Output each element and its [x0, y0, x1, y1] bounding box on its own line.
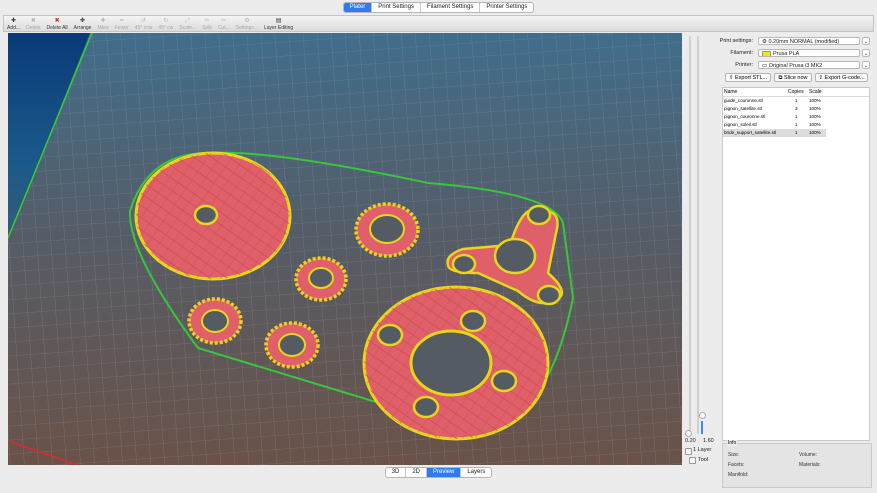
print-settings-dropdown[interactable]: ⌄: [862, 37, 870, 45]
printer-row: Printer: ▭ Original Prusa i3 MK2 ⌄: [719, 61, 871, 70]
print-settings-select[interactable]: ⚙ 0.20mm NORMAL (modified): [758, 37, 860, 45]
rotate-cw-button[interactable]: ↻ 45° cw: [155, 18, 176, 31]
print-settings-row: Print settings: ⚙ 0.20mm NORMAL (modifie…: [719, 37, 871, 46]
table-row[interactable]: bride_support_satellite.stl 1 100%: [723, 129, 826, 137]
chevron-down-icon: ⌄: [863, 51, 869, 57]
scale-icon: ⤢: [185, 18, 191, 24]
layer-slider-high-handle[interactable]: [699, 412, 706, 419]
delete-icon: ✖: [30, 18, 36, 24]
table-row[interactable]: pignon_satellite.stl 3 100%: [723, 105, 869, 113]
print-preview-canvas: [8, 33, 682, 465]
cut-button[interactable]: ✂ Cut...: [215, 18, 233, 31]
rotate-ccw-icon: ↺: [141, 18, 147, 24]
settings-button[interactable]: ⚙ Settings...: [233, 18, 261, 31]
tab-layers[interactable]: Layers: [460, 468, 491, 477]
rotate-ccw-button[interactable]: ↺ 45° ccw: [132, 18, 156, 31]
one-layer-label: 1 Layer: [693, 447, 712, 453]
tab-plater[interactable]: Plater: [343, 3, 372, 12]
chevron-down-icon: ⌄: [863, 63, 869, 69]
part-guide-couronne[interactable]: [134, 151, 292, 281]
layer-max-value: 1.60: [703, 438, 714, 444]
info-title: Info: [727, 440, 738, 446]
column-name[interactable]: Name: [723, 88, 787, 96]
printer-select[interactable]: ▭ Original Prusa i3 MK2: [758, 61, 860, 69]
layer-slider-low-track[interactable]: [689, 36, 691, 434]
filament-row: Filament: Prusa PLA ⌄: [719, 49, 871, 58]
tab-print-settings[interactable]: Print Settings: [371, 3, 420, 12]
one-layer-checkbox[interactable]: [685, 448, 692, 455]
add-button[interactable]: ✚ Add...: [4, 18, 23, 31]
filament-dropdown[interactable]: ⌄: [862, 49, 870, 57]
cut-icon: ✂: [221, 18, 227, 24]
print-settings-label: Print settings:: [719, 38, 753, 44]
layer-slider[interactable]: [684, 36, 716, 446]
add-icon: ✚: [11, 18, 17, 24]
delete-all-button[interactable]: ✖ Delete All: [44, 18, 71, 31]
info-size-label: Size:: [728, 452, 740, 458]
tab-printer-settings[interactable]: Printer Settings: [479, 3, 533, 12]
column-copies[interactable]: Copies: [787, 88, 808, 96]
export-stl-button[interactable]: ⇪ Export STL...: [725, 73, 771, 82]
scale-button[interactable]: ⤢ Scale...: [176, 18, 199, 31]
export-gcode-button[interactable]: ⇪ Export G-code...: [815, 73, 868, 82]
slice-now-button[interactable]: ⧉ Slice now: [774, 73, 812, 82]
rotate-cw-icon: ↻: [163, 18, 169, 24]
printer-dropdown[interactable]: ⌄: [862, 61, 870, 69]
arrange-icon: ✤: [80, 18, 86, 24]
more-icon: ✚: [100, 18, 106, 24]
more-button[interactable]: ✚ More: [94, 18, 111, 31]
column-scale[interactable]: Scale: [808, 88, 826, 96]
fewer-button[interactable]: ━ Fewer: [112, 18, 132, 31]
printer-label: Printer:: [735, 62, 753, 68]
object-list-header: Name Copies Scale: [723, 88, 869, 97]
tool-label: Tool: [698, 457, 709, 463]
filament-label: Filament:: [730, 50, 753, 56]
info-volume-label: Volume:: [799, 452, 818, 458]
printer-icon: ▭: [762, 63, 769, 69]
layer-slider-range: [701, 421, 703, 434]
split-icon: ✂: [204, 18, 210, 24]
part-bride-support-satellite[interactable]: [362, 285, 550, 441]
filament-select[interactable]: Prusa PLA: [758, 49, 860, 57]
table-row[interactable]: pignon_soleil.stl 1 100%: [723, 121, 869, 129]
fewer-icon: ━: [120, 18, 124, 24]
tool-checkbox[interactable]: [689, 457, 696, 464]
layer-min-value: 0.20: [685, 438, 696, 444]
settings-icon: ⚙: [244, 18, 250, 24]
tab-preview[interactable]: Preview: [425, 468, 461, 477]
table-row[interactable]: guide_couronne.stl 1 100%: [723, 97, 869, 105]
right-panel: Print settings: ⚙ 0.20mm NORMAL (modifie…: [719, 33, 874, 488]
plater-toolbar: ✚ Add... ✖ Delete ✖ Delete All ✤ Arrange ✚ Mo…: [3, 15, 874, 32]
split-button[interactable]: ✂ Split: [199, 18, 215, 31]
layer-editing-button[interactable]: ▤ Layer Editing: [261, 18, 296, 31]
view-tabs: 3D 2D Preview Layers: [0, 467, 877, 478]
main-tabs: Plater Print Settings Filament Settings …: [0, 2, 877, 13]
info-panel: Info Size: Volume: Facets: Materials: Ma…: [722, 440, 872, 488]
arrange-button[interactable]: ✤ Arrange: [71, 18, 95, 31]
layer-editing-icon: ▤: [275, 18, 282, 24]
delete-button[interactable]: ✖ Delete: [23, 18, 43, 31]
tab-3d[interactable]: 3D: [386, 468, 406, 477]
layer-slider-high-track[interactable]: [697, 36, 699, 434]
bed-grid: [8, 33, 682, 465]
object-list: Name Copies Scale guide_couronne.stl 1 100…: [722, 87, 870, 441]
chevron-down-icon: ⌄: [863, 39, 869, 45]
preview-viewport[interactable]: [8, 33, 682, 465]
filament-color-swatch[interactable]: [762, 50, 771, 56]
tab-filament-settings[interactable]: Filament Settings: [419, 3, 479, 12]
layer-slider-low-handle[interactable]: [685, 430, 692, 437]
table-row[interactable]: pignon_couronne.stl 1 100%: [723, 113, 869, 121]
tab-2d[interactable]: 2D: [405, 468, 426, 477]
delete-all-icon: ✖: [54, 18, 60, 24]
